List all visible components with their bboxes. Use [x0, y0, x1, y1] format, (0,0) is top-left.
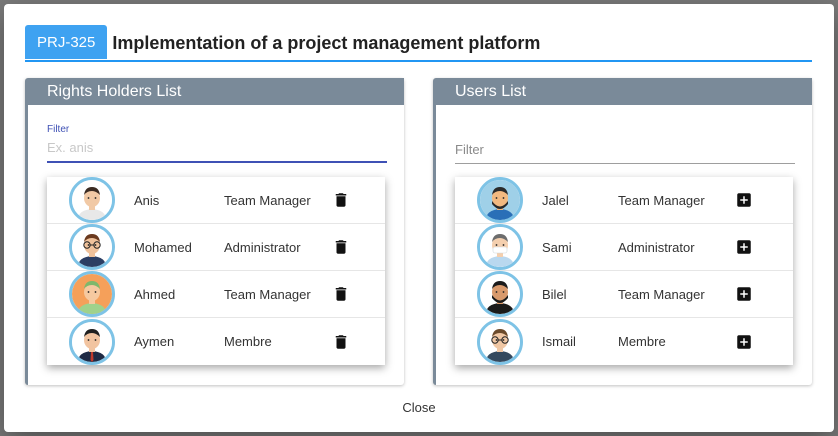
users-filter	[455, 138, 795, 164]
user-name: Bilel	[542, 286, 567, 302]
dialog-header: PRJ-325 Implementation of a project mana…	[25, 25, 812, 62]
rights-holder-row: Mohamed Administrator	[47, 224, 385, 271]
avatar-man-suit	[69, 318, 115, 365]
user-name: Aymen	[134, 334, 175, 349]
avatar-man-glasses	[69, 224, 115, 270]
avatar-man-orange	[69, 271, 115, 317]
filter-label: Filter	[47, 124, 70, 135]
plus-square-icon[interactable]	[735, 238, 753, 256]
rights-holder-row: Ahmed Team Manager	[47, 271, 385, 318]
plus-square-icon[interactable]	[735, 191, 753, 209]
user-row: Sami Administrator	[455, 224, 793, 271]
users-list: Jalel Team Manager Sami Administrator Bilel T…	[455, 177, 793, 365]
avatar-man-tie	[477, 318, 523, 365]
user-role: Team Manager	[618, 192, 705, 208]
avatar-man-beard	[477, 177, 523, 223]
rights-holders-filter: Filter	[47, 124, 387, 163]
user-name: Ismail	[542, 334, 576, 349]
user-role: Team Manager	[618, 286, 705, 302]
user-name: Jalel	[542, 192, 569, 208]
user-role: Membre	[224, 334, 272, 349]
user-role: Team Manager	[224, 286, 311, 302]
plus-square-icon[interactable]	[735, 333, 753, 351]
users-filter-input[interactable]	[455, 138, 795, 164]
rights-holders-header: Rights Holders List	[28, 78, 404, 105]
dialog-title: Implementation of a project management p…	[112, 32, 541, 53]
trash-icon[interactable]	[332, 285, 350, 303]
user-row: Bilel Team Manager	[455, 271, 793, 318]
trash-icon[interactable]	[332, 191, 350, 209]
user-role: Team Manager	[224, 192, 311, 208]
plus-square-icon[interactable]	[735, 285, 753, 303]
trash-icon[interactable]	[332, 333, 350, 351]
avatar-man-light	[69, 177, 115, 223]
user-row: Jalel Team Manager	[455, 177, 793, 224]
avatar-man-dark	[477, 271, 523, 317]
user-name: Anis	[134, 192, 160, 208]
user-role: Membre	[618, 334, 666, 349]
project-rights-dialog: PRJ-325 Implementation of a project mana…	[4, 4, 834, 432]
rights-holders-panel: Rights Holders List Filter Anis Team Mana…	[25, 78, 404, 385]
rights-holders-list: Anis Team Manager Mohamed Administrator Ahme…	[47, 177, 385, 365]
project-code-badge: PRJ-325	[25, 25, 108, 59]
user-name: Sami	[542, 239, 572, 255]
trash-icon[interactable]	[332, 238, 350, 256]
user-name: Mohamed	[134, 239, 192, 255]
users-panel: Users List Jalel Team Manager Sami Administ…	[433, 78, 812, 385]
rights-holder-row: Aymen Membre	[47, 318, 385, 365]
close-button[interactable]: Close	[389, 397, 449, 417]
user-row: Ismail Membre	[455, 318, 793, 365]
user-role: Administrator	[618, 239, 695, 255]
users-header: Users List	[436, 78, 812, 105]
user-name: Ahmed	[134, 286, 176, 302]
rights-holder-row: Anis Team Manager	[47, 177, 385, 224]
rights-holders-filter-input[interactable]	[47, 136, 387, 163]
avatar-man-mask	[477, 224, 523, 270]
user-role: Administrator	[224, 239, 301, 255]
